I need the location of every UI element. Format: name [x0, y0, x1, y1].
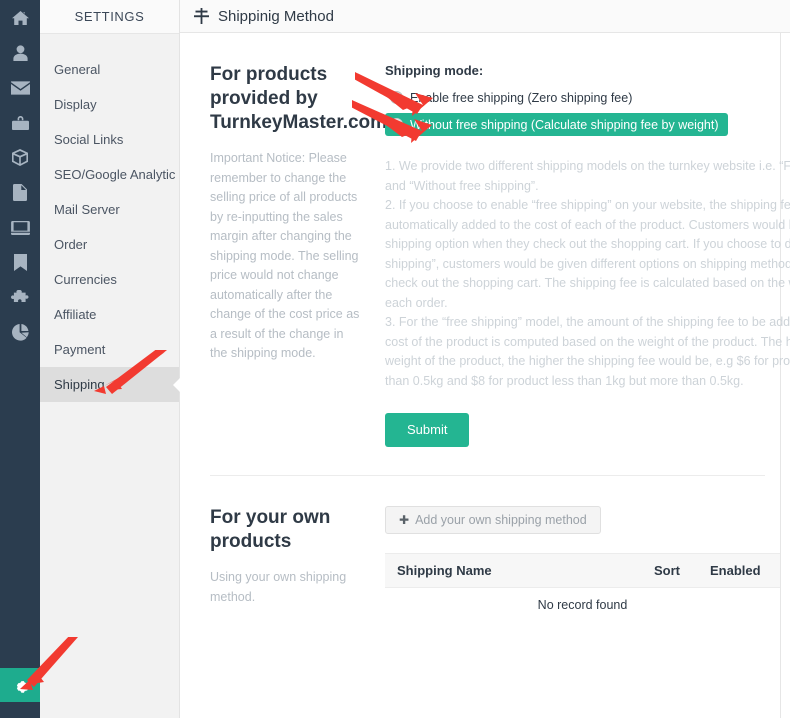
column-header-enabled: Enabled — [710, 563, 761, 578]
app-root: SETTINGS General Display Social Links SE… — [0, 0, 790, 718]
signpost-icon — [194, 8, 209, 24]
page-title: Shippinig Method — [218, 7, 334, 25]
section-own-heading: For your own products — [210, 507, 331, 552]
section-turnkey-right: Shipping mode: Enable free shipping (Zer… — [385, 63, 790, 447]
column-header-sort: Sort — [654, 563, 680, 578]
settings-nav-list: General Display Social Links SEO/Google … — [40, 34, 180, 402]
laptop-icon[interactable] — [0, 210, 40, 245]
user-icon[interactable] — [0, 35, 40, 70]
pie-chart-icon[interactable] — [0, 315, 40, 350]
section-turnkey-products: For products provided by TurnkeyMaster.c… — [180, 33, 790, 447]
icon-rail — [0, 0, 40, 718]
gear-icon[interactable] — [0, 668, 40, 702]
rail-spacer — [0, 350, 40, 668]
radio-dot-selected — [390, 118, 403, 131]
plus-icon: ✚ — [399, 513, 410, 527]
sidebar-item-affiliate[interactable]: Affiliate — [40, 297, 179, 332]
shipping-mode-help-text: 1. We provide two different shipping mod… — [385, 159, 790, 388]
section-own-products: For your own products Using your own shi… — [180, 476, 780, 622]
bookmark-icon[interactable] — [0, 245, 40, 280]
radio-dot-unselected — [390, 91, 403, 104]
settings-title: SETTINGS — [40, 0, 179, 34]
section-turnkey-notice: Important Notice: Please remember to cha… — [210, 151, 360, 360]
sidebar-item-social-links[interactable]: Social Links — [40, 122, 179, 157]
section-own-note: Using your own shipping method. — [210, 570, 347, 604]
shipping-mode-label: Shipping mode: — [385, 63, 484, 78]
sidebar-item-seo-google-analytic[interactable]: SEO/Google Analytic — [40, 157, 179, 192]
sidebar-item-general[interactable]: General — [40, 52, 179, 87]
add-shipping-method-label: Add your own shipping method — [415, 513, 587, 527]
section-own-left: For your own products Using your own shi… — [210, 506, 385, 622]
submit-button[interactable]: Submit — [385, 413, 470, 447]
sidebar-item-display[interactable]: Display — [40, 87, 179, 122]
sidebar-item-order[interactable]: Order — [40, 227, 179, 262]
table-empty-message: No record found — [537, 598, 628, 612]
main-content: Shippinig Method For products provided b… — [180, 0, 790, 718]
sidebar-item-shipping[interactable]: Shipping — [40, 367, 180, 402]
radio-label-without-free-shipping: Without free shipping (Calculate shippin… — [410, 117, 719, 132]
sidebar-item-currencies[interactable]: Currencies — [40, 262, 179, 297]
box-icon[interactable] — [0, 140, 40, 175]
shipping-methods-table: Shipping Name Sort Enabled No record fou… — [385, 553, 780, 622]
main-body: For products provided by TurnkeyMaster.c… — [180, 33, 790, 718]
section-own-right: ✚ Add your own shipping method Shipping … — [385, 506, 780, 622]
radio-label-enable-free-shipping: Enable free shipping (Zero shipping fee) — [410, 90, 633, 105]
table-header-row: Shipping Name Sort Enabled — [385, 553, 780, 588]
file-icon[interactable] — [0, 175, 40, 210]
sidebar-item-payment[interactable]: Payment — [40, 332, 179, 367]
radio-option-without-free-shipping[interactable]: Without free shipping (Calculate shippin… — [385, 113, 728, 136]
page-header: Shippinig Method — [180, 0, 790, 33]
section-turnkey-left: For products provided by TurnkeyMaster.c… — [210, 63, 388, 447]
home-icon[interactable] — [0, 0, 40, 35]
section-turnkey-heading: For products provided by TurnkeyMaster.c… — [210, 64, 388, 133]
briefcase-icon[interactable] — [0, 105, 40, 140]
settings-sidebar: SETTINGS General Display Social Links SE… — [40, 0, 180, 718]
add-shipping-method-button[interactable]: ✚ Add your own shipping method — [385, 506, 601, 534]
radio-option-enable-free-shipping[interactable]: Enable free shipping (Zero shipping fee) — [385, 87, 780, 108]
column-header-shipping-name: Shipping Name — [397, 563, 492, 578]
sidebar-item-mail-server[interactable]: Mail Server — [40, 192, 179, 227]
puzzle-icon[interactable] — [0, 280, 40, 315]
envelope-icon[interactable] — [0, 70, 40, 105]
